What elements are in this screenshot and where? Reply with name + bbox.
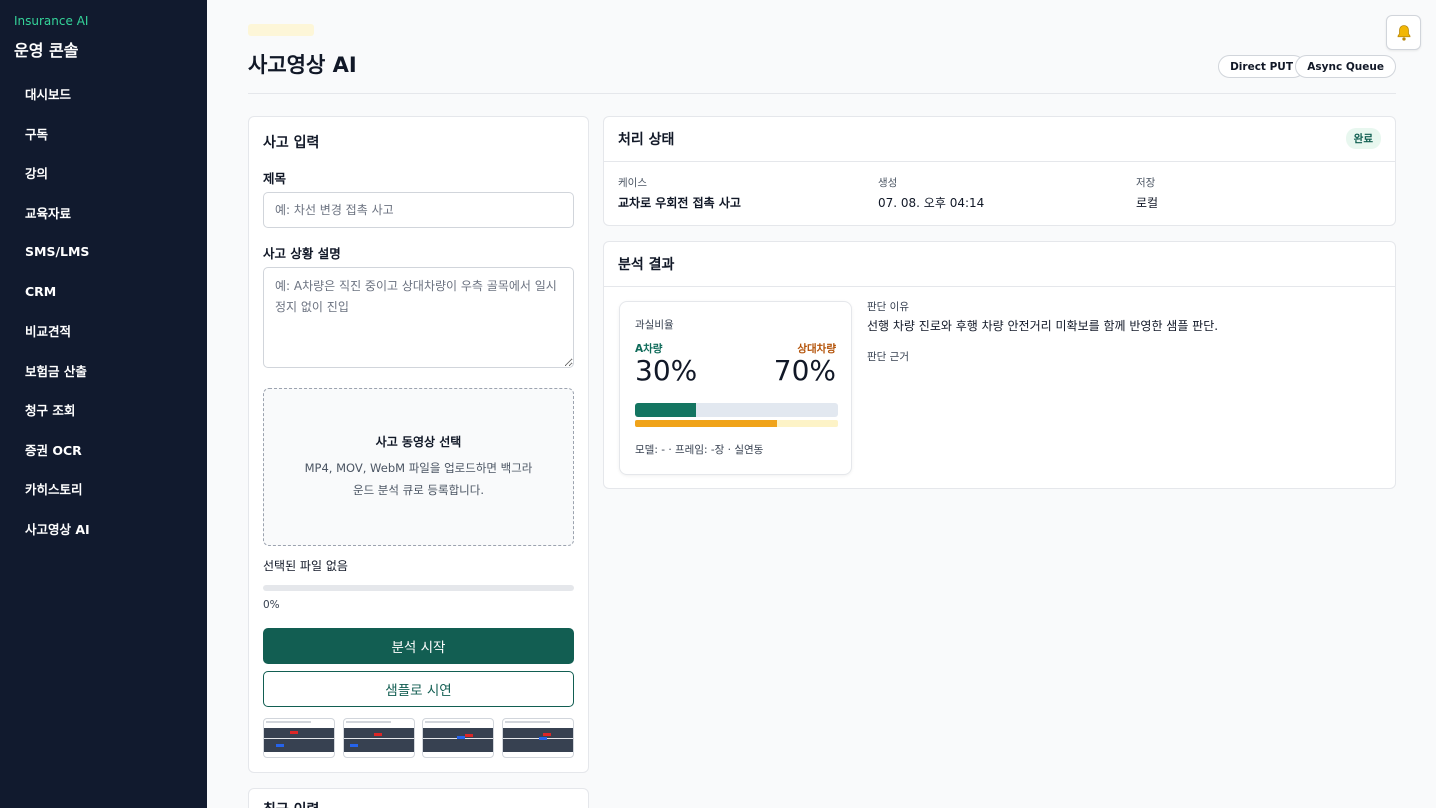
async-queue-badge[interactable]: Async Queue — [1295, 55, 1396, 78]
vehicle-a-bar-fill — [635, 403, 696, 417]
sample-demo-button[interactable]: 샘플로 시연 — [263, 671, 574, 707]
video-dropzone[interactable]: 사고 동영상 선택 MP4, MOV, WebM 파일을 업로드하면 백그라운드… — [263, 388, 574, 546]
status-badge: 완료 — [1345, 128, 1381, 149]
case-label: 케이스 — [618, 177, 647, 189]
sidebar-item-policy-ocr[interactable]: 증권 OCR — [0, 430, 207, 470]
sidebar-item-sms[interactable]: SMS/LMS — [0, 232, 207, 272]
sidebar-nav: 대시보드 구독 강의 교육자료 SMS/LMS CRM 비교견적 보험금 산출 … — [0, 74, 207, 548]
sample-thumbnail[interactable] — [263, 718, 335, 758]
processing-status-card: 처리 상태 완료 케이스 교차로 우회전 접촉 사고 생성 07. 08. 오후… — [603, 116, 1396, 226]
breadcrumb-highlight — [248, 24, 314, 36]
sidebar-item-dashboard[interactable]: 대시보드 — [0, 74, 207, 114]
vehicle-b-percent: 70% — [773, 354, 836, 387]
recent-history-card: 최근 이력 — [248, 788, 589, 808]
sidebar-item-claim-lookup[interactable]: 청구 조회 — [0, 390, 207, 430]
sidebar: Insurance AI 운영 콘솔 대시보드 구독 강의 교육자료 SMS/L… — [0, 0, 207, 808]
sidebar-item-accident-ai[interactable]: 사고영상 AI — [0, 509, 207, 549]
sidebar-item-subscription[interactable]: 구독 — [0, 114, 207, 154]
reason-label: 판단 이유 — [867, 301, 909, 313]
model-info: 모델: - · 프레임: -장 · 실연동 — [635, 444, 764, 456]
fault-ratio-title: 과실비율 — [635, 319, 674, 331]
sidebar-item-lectures[interactable]: 강의 — [0, 153, 207, 193]
vehicle-b-bar-fill — [635, 420, 778, 427]
storage-value: 로컬 — [1136, 196, 1159, 210]
page-title: 사고영상 AI — [248, 53, 357, 77]
sidebar-item-crm[interactable]: CRM — [0, 272, 207, 312]
upload-progress-text: 0% — [263, 599, 280, 611]
notification-button[interactable] — [1386, 15, 1421, 50]
description-label: 사고 상황 설명 — [263, 246, 341, 261]
direct-put-badge[interactable]: Direct PUT — [1218, 55, 1305, 78]
dropzone-description: MP4, MOV, WebM 파일을 업로드하면 백그라운드 분석 큐로 등록합… — [304, 461, 533, 497]
bell-icon — [1397, 24, 1410, 41]
brand-subtitle: Insurance AI — [14, 14, 89, 28]
created-value: 07. 08. 오후 04:14 — [878, 196, 985, 210]
status-card-title: 처리 상태 — [618, 132, 675, 148]
main-content: 사고영상 AI Direct PUT Async Queue 사고 입력 제목 … — [207, 0, 1436, 808]
vehicle-a-bar — [635, 403, 838, 417]
reason-text: 선행 차량 진로와 후행 차량 안전거리 미확보를 함께 반영한 샘플 판단. — [867, 319, 1219, 333]
created-label: 생성 — [878, 177, 898, 189]
result-card-divider — [604, 286, 1395, 287]
sidebar-item-claim-calc[interactable]: 보험금 산출 — [0, 351, 207, 391]
analyze-button[interactable]: 분석 시작 — [263, 628, 574, 664]
fault-ratio-panel: 과실비율 A차량 상대차량 30% 70% 모델: - · 프레임: -장 · … — [619, 301, 852, 475]
history-card-title: 최근 이력 — [263, 799, 319, 808]
vehicle-b-bar — [635, 420, 838, 427]
sample-thumbnail[interactable] — [422, 718, 495, 758]
vehicle-a-percent: 30% — [635, 354, 698, 387]
sample-thumbnails — [263, 718, 574, 758]
analysis-result-card: 분석 결과 과실비율 A차량 상대차량 30% 70% 모델: - · 프레임:… — [603, 241, 1396, 489]
storage-label: 저장 — [1136, 177, 1156, 189]
case-value: 교차로 우회전 접촉 사고 — [618, 196, 741, 210]
dropzone-title: 사고 동영상 선택 — [375, 435, 462, 449]
upload-progress-bar — [263, 585, 574, 591]
basis-label: 판단 근거 — [867, 351, 909, 363]
file-status: 선택된 파일 없음 — [263, 559, 348, 573]
description-textarea[interactable] — [263, 267, 574, 368]
accident-input-card: 사고 입력 제목 사고 상황 설명 사고 동영상 선택 MP4, MOV, We… — [248, 116, 589, 773]
status-card-divider — [604, 161, 1395, 162]
input-card-title: 사고 입력 — [263, 135, 320, 151]
sidebar-item-quotes[interactable]: 비교견적 — [0, 311, 207, 351]
result-card-title: 분석 결과 — [618, 257, 675, 273]
sample-thumbnail[interactable] — [342, 718, 415, 758]
title-label: 제목 — [263, 171, 287, 186]
sidebar-item-materials[interactable]: 교육자료 — [0, 193, 207, 233]
title-input[interactable] — [263, 192, 574, 228]
sidebar-item-car-history[interactable]: 카히스토리 — [0, 469, 207, 509]
sample-thumbnail[interactable] — [501, 718, 574, 758]
header-divider — [248, 93, 1396, 94]
brand-title: 운영 콘솔 — [14, 41, 79, 60]
